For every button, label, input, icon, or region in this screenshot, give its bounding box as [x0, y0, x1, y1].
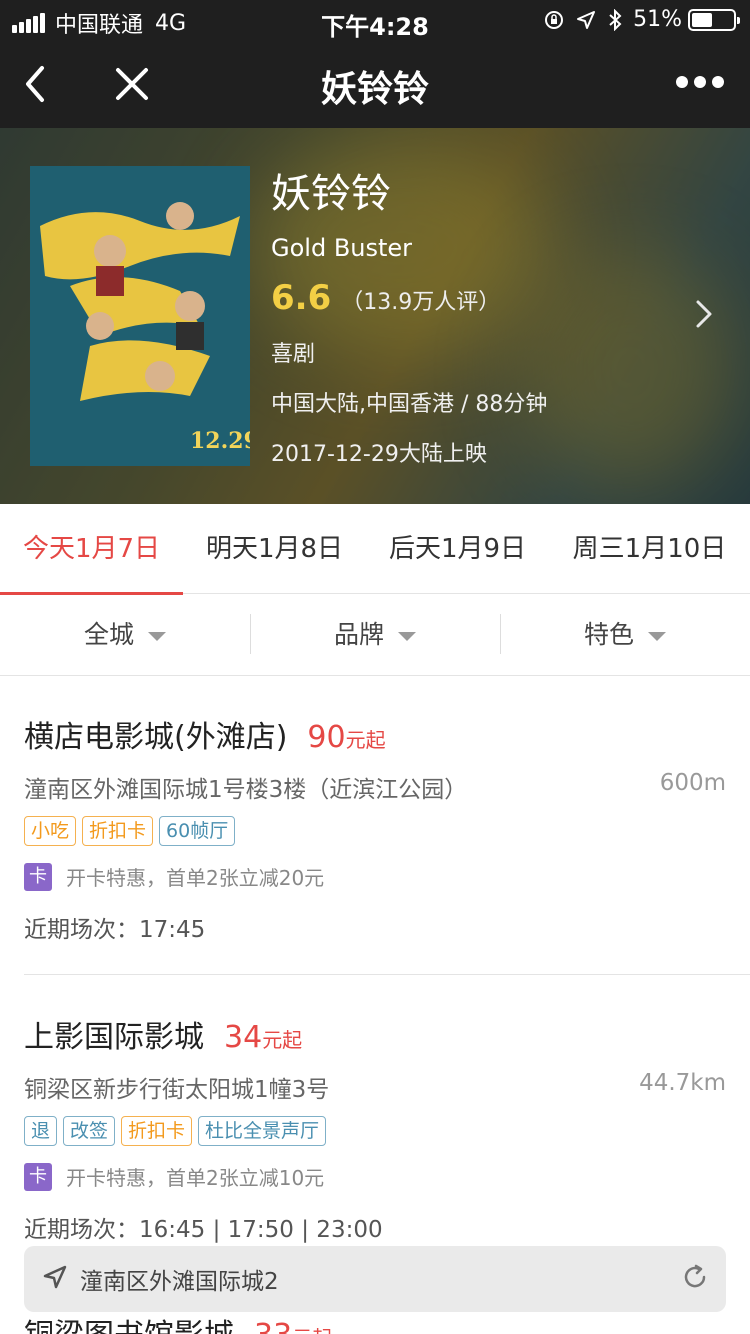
- cinema-name: 横店电影城(外滩店): [24, 720, 288, 755]
- tab-today[interactable]: 今天1月7日: [0, 504, 183, 595]
- price-unit: 元起: [262, 1028, 303, 1052]
- cinema-tags: 退 改签 折扣卡 杜比全景声厅: [24, 1116, 332, 1146]
- cinema-distance: 600m: [659, 770, 726, 796]
- more-dots-icon[interactable]: [670, 76, 724, 88]
- tab-tomorrow[interactable]: 明天1月8日: [183, 504, 366, 594]
- movie-region-duration: 中国大陆,中国香港 / 88分钟: [271, 392, 548, 417]
- price-unit: 元起: [292, 1322, 332, 1334]
- cinema-name: 铜梁图书馆影城: [24, 1310, 234, 1334]
- movie-title: 妖铃铃: [271, 171, 391, 217]
- divider: [24, 974, 750, 975]
- cinema-item[interactable]: 上影国际影城 34 元起 铜梁区新步行街太阳城1幢3号 44.7km 退 改签 折…: [0, 976, 750, 1276]
- top-bar: 中国联通 4G 下午4:28 51% 妖铃铃: [0, 0, 750, 128]
- price-unit: 元起: [345, 728, 386, 752]
- movie-info: 妖铃铃 Gold Buster 6.6 （13.9万人评） 喜剧 中国大陆,中国…: [271, 168, 547, 468]
- promo-text: 开卡特惠，首单2张立减20元: [66, 866, 325, 890]
- cinema-address: 潼南区外滩国际城1号楼3楼（近滨江公园）: [24, 777, 468, 803]
- movie-score: 6.6: [271, 278, 332, 318]
- page-title: 妖铃铃: [320, 69, 429, 110]
- filter-brand-label: 品牌: [333, 620, 384, 649]
- cinema-distance: 44.7km: [639, 1070, 726, 1096]
- filter-bar: 全城 品牌 特色: [0, 594, 750, 676]
- location-services-icon: [577, 10, 596, 29]
- bluetooth-icon: [609, 8, 622, 31]
- card-promo: 卡 开卡特惠，首单2张立减20元: [24, 862, 324, 891]
- cinema-name: 上影国际影城: [24, 1020, 204, 1055]
- cinema-price: 33: [254, 1318, 292, 1334]
- tag: 小吃: [24, 816, 77, 846]
- cinema-item[interactable]: 横店电影城(外滩店) 90 元起 潼南区外滩国际城1号楼3楼（近滨江公园） 600…: [0, 676, 750, 976]
- location-arrow-icon: [43, 1265, 67, 1289]
- tag: 60帧厅: [159, 816, 236, 846]
- filter-feature-dropdown[interactable]: 特色: [500, 594, 750, 675]
- refresh-icon[interactable]: [680, 1262, 710, 1292]
- cinema-address: 铜梁区新步行街太阳城1幢3号: [24, 1077, 330, 1103]
- card-badge-icon: 卡: [24, 862, 52, 891]
- movie-header[interactable]: 12.29 妖铃铃 Gold Buster 6.6 （13.9万人评） 喜剧 中…: [0, 128, 750, 504]
- battery-percent: 51%: [633, 7, 682, 32]
- movie-genre: 喜剧: [271, 342, 316, 367]
- caret-down-icon: [148, 631, 166, 641]
- poster-date: 12.29: [190, 428, 250, 454]
- movie-english-title: Gold Buster: [271, 234, 413, 262]
- tag: 杜比全景声厅: [198, 1116, 327, 1146]
- tag: 折扣卡: [121, 1116, 193, 1146]
- poster-calligraphy-art: [40, 202, 240, 401]
- rotation-lock-icon: [545, 10, 564, 29]
- tag: 折扣卡: [82, 816, 154, 846]
- status-bar: 中国联通 4G 下午4:28 51%: [0, 0, 750, 41]
- rating-count: （13.9万人评）: [341, 290, 501, 315]
- battery-icon: [688, 8, 740, 31]
- current-location-text: 潼南区外滩国际城2: [80, 1269, 279, 1295]
- battery-fill: [692, 12, 712, 27]
- tag: 退: [24, 1116, 58, 1146]
- promo-text: 开卡特惠，首单2张立减10元: [66, 1166, 325, 1190]
- tab-day-after[interactable]: 后天1月9日: [366, 504, 549, 594]
- date-tabs: 今天1月7日 明天1月8日 后天1月9日 周三1月10日: [0, 504, 750, 595]
- movie-poster: 12.29: [30, 166, 250, 466]
- nav-bar: 妖铃铃: [0, 40, 750, 128]
- caret-down-icon: [648, 631, 666, 641]
- current-location-bar[interactable]: 潼南区外滩国际城2: [24, 1246, 726, 1312]
- tag: 改签: [63, 1116, 116, 1146]
- tab-wednesday[interactable]: 周三1月10日: [549, 504, 750, 594]
- filter-area-label: 全城: [83, 620, 134, 649]
- cinema-showtimes: 近期场次：16:45 | 17:50 | 23:00: [24, 1217, 383, 1243]
- cinema-price: 34: [224, 1020, 263, 1055]
- movie-release-date: 2017-12-29大陆上映: [271, 442, 487, 467]
- card-promo: 卡 开卡特惠，首单2张立减10元: [24, 1162, 324, 1191]
- filter-area-dropdown[interactable]: 全城: [0, 594, 250, 675]
- cinema-price: 90: [307, 720, 346, 755]
- filter-feature-label: 特色: [583, 620, 634, 649]
- cinema-showtimes: 近期场次：17:45: [24, 917, 206, 943]
- chevron-right-icon[interactable]: [694, 298, 714, 330]
- filter-brand-dropdown[interactable]: 品牌: [250, 594, 500, 675]
- cinema-tags: 小吃 折扣卡 60帧厅: [24, 816, 241, 846]
- caret-down-icon: [398, 631, 416, 641]
- card-badge-icon: 卡: [24, 1162, 52, 1191]
